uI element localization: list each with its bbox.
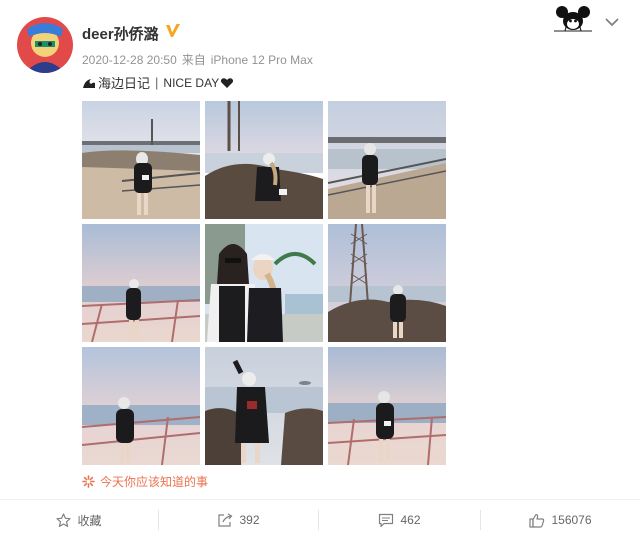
source-flower-icon — [82, 475, 95, 488]
post-text: 海边日记 | NICE DAY — [82, 73, 234, 92]
wave-icon — [83, 78, 95, 88]
like-button[interactable]: 156076 — [481, 500, 640, 540]
post-text-tag: NICE DAY — [163, 75, 220, 90]
device-name[interactable]: iPhone 12 Pro Max — [211, 53, 313, 67]
user-avatar[interactable] — [17, 17, 73, 73]
repost-icon — [218, 512, 233, 527]
photo-thumbnail-1[interactable] — [82, 101, 200, 219]
comment-icon — [379, 513, 394, 527]
favorite-label: 收藏 — [77, 513, 102, 528]
photo-thumbnail-7[interactable] — [82, 347, 200, 465]
black-heart-icon — [221, 77, 234, 88]
source-label[interactable]: 今天你应该知道的事 — [100, 473, 208, 490]
username[interactable]: deer孙侨潞 — [82, 23, 159, 44]
post-text-separator: | — [155, 75, 159, 90]
favorite-button[interactable]: 收藏 — [0, 500, 158, 540]
photo-grid — [82, 101, 446, 465]
photo-thumbnail-2[interactable] — [205, 101, 323, 219]
verified-icon — [166, 24, 180, 37]
photo-thumbnail-6[interactable] — [328, 224, 446, 342]
repost-button[interactable]: 392 — [159, 500, 318, 540]
post-timestamp[interactable]: 2020-12-28 20:50 — [82, 53, 177, 67]
photo-thumbnail-9[interactable] — [328, 347, 446, 465]
via-label: 来自 — [181, 53, 206, 67]
photo-thumbnail-5[interactable] — [205, 224, 323, 342]
repost-count: 392 — [239, 513, 260, 527]
photo-thumbnail-3[interactable] — [328, 101, 446, 219]
comment-button[interactable]: 462 — [319, 500, 480, 540]
post-meta: 2020-12-28 20:50 来自 iPhone 12 Pro Max — [82, 51, 313, 68]
chevron-down-icon[interactable] — [604, 16, 620, 28]
mickey-sticker-icon — [554, 6, 592, 32]
action-bar: 收藏 392 462 156076 — [0, 499, 640, 540]
weibo-post-card: deer孙侨潞 2020-12-28 20:50 来自 iPhone 12 Pro … — [0, 0, 640, 540]
photo-thumbnail-4[interactable] — [82, 224, 200, 342]
post-text-main: 海边日记 — [98, 76, 151, 91]
source-link[interactable]: 今天你应该知道的事 — [82, 473, 208, 490]
star-icon — [56, 512, 72, 527]
photo-thumbnail-8[interactable] — [205, 347, 323, 465]
like-count: 156076 — [551, 513, 592, 527]
comment-count: 462 — [400, 513, 421, 527]
thumbs-up-icon — [529, 513, 545, 528]
